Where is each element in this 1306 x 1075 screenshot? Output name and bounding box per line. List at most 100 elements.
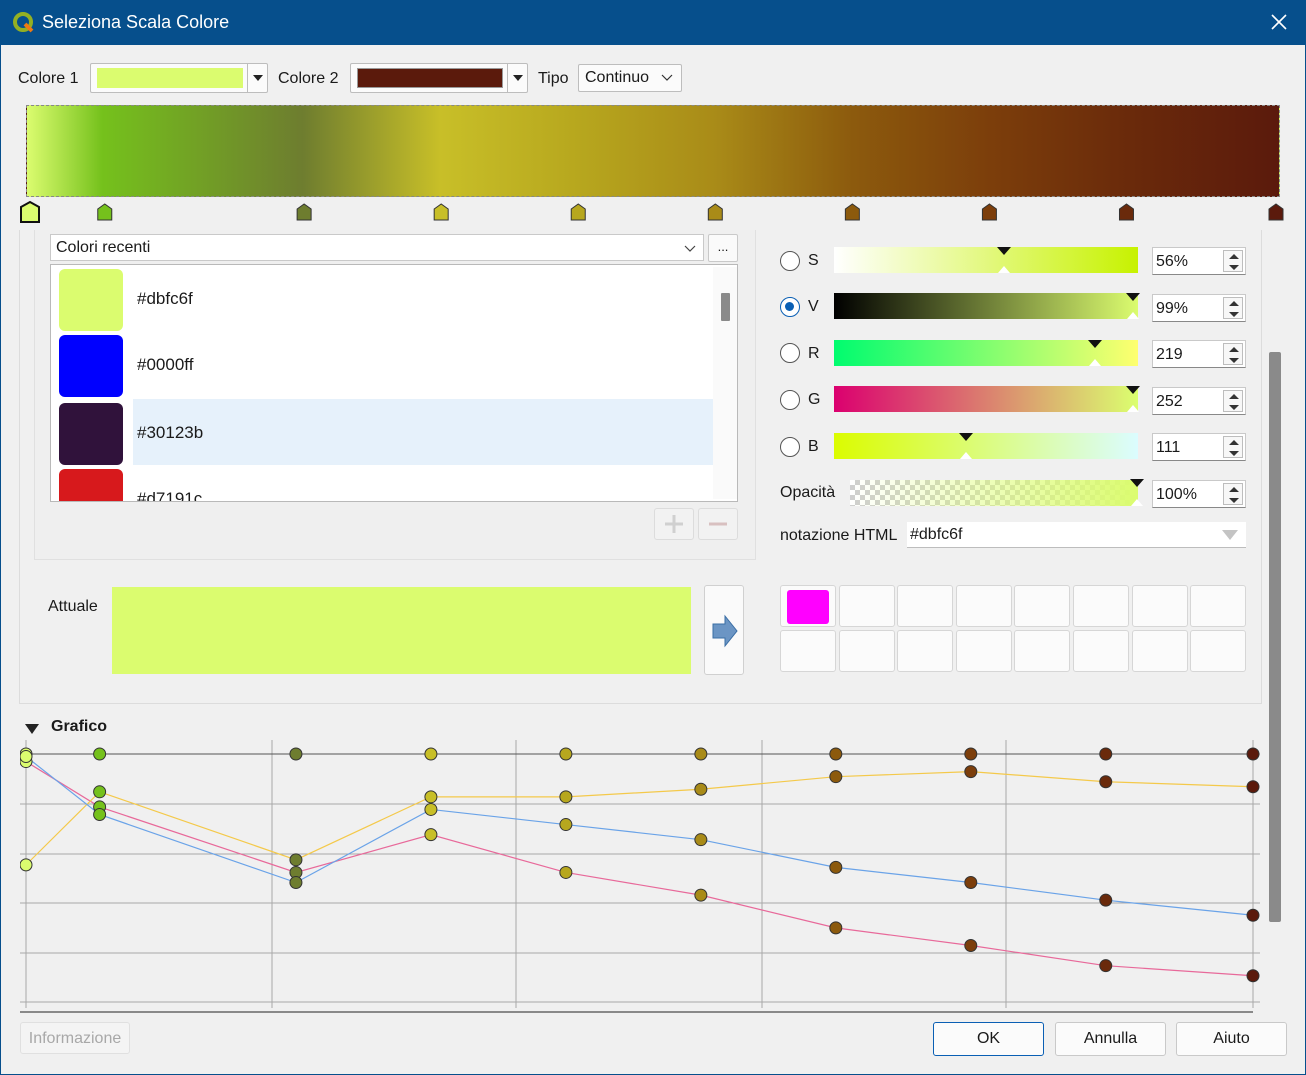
graph-point-alpha[interactable] (424, 747, 438, 761)
slider-handle[interactable] (959, 433, 973, 441)
graph-point-hue[interactable] (424, 828, 438, 842)
list-scrollbar-thumb[interactable] (721, 293, 730, 321)
radio-g[interactable] (780, 390, 800, 410)
swatch-cell[interactable] (780, 630, 836, 672)
help-button[interactable]: Aiuto (1176, 1022, 1287, 1056)
slider-handle[interactable] (997, 247, 1011, 255)
swatch-cell[interactable] (1131, 585, 1188, 627)
close-icon[interactable] (1262, 6, 1296, 38)
slider-handle[interactable] (1126, 386, 1140, 394)
graph-point-saturation[interactable] (1246, 780, 1260, 794)
chevron-down-icon[interactable] (1222, 530, 1238, 540)
info-button[interactable]: Informazione (20, 1022, 130, 1054)
graph-point-alpha[interactable] (289, 747, 303, 761)
swatch-cell[interactable] (955, 585, 1012, 627)
graph-point-hue[interactable] (964, 939, 978, 953)
color2-button[interactable] (350, 63, 528, 93)
graph-point-saturation[interactable] (1099, 775, 1113, 789)
track-g[interactable] (834, 386, 1138, 412)
graph-point-value[interactable] (424, 802, 438, 816)
list-item[interactable]: #d7191c (59, 465, 713, 501)
graph-point-hue[interactable] (694, 888, 708, 902)
graph-point-value[interactable] (1246, 908, 1260, 922)
spin-arrows[interactable] (1223, 436, 1243, 458)
graph-point-saturation[interactable] (424, 790, 438, 804)
tipo-select[interactable]: Continuo (578, 64, 682, 92)
color-graph[interactable] (20, 740, 1260, 1016)
slider-handle[interactable] (1130, 479, 1144, 487)
spin-r[interactable]: 219 (1152, 340, 1246, 368)
gradient-stop-marker[interactable] (20, 200, 40, 223)
swatch-cell[interactable] (1131, 630, 1188, 672)
gradient-stop-marker[interactable] (570, 203, 586, 221)
graph-point-hue[interactable] (559, 865, 573, 879)
ok-button[interactable]: OK (933, 1022, 1044, 1056)
swatch-cell[interactable] (780, 585, 836, 627)
color2-dropdown[interactable] (507, 64, 527, 92)
radio-s[interactable] (780, 251, 800, 271)
add-color-button[interactable] (654, 508, 694, 540)
track-s[interactable] (834, 247, 1138, 273)
graph-point-saturation[interactable] (289, 853, 303, 867)
spin-opacity[interactable]: 100% (1152, 480, 1246, 508)
graph-point-value[interactable] (694, 833, 708, 847)
graph-point-alpha[interactable] (559, 747, 573, 761)
collapse-triangle-icon[interactable] (24, 723, 40, 735)
spin-v[interactable]: 99% (1152, 294, 1246, 322)
radio-b[interactable] (780, 437, 800, 457)
gradient-stop-marker[interactable] (1118, 203, 1134, 221)
graph-point-alpha[interactable] (964, 747, 978, 761)
swatch-cell[interactable] (1014, 630, 1071, 672)
gradient-stop-marker[interactable] (296, 203, 312, 221)
graph-point-hue[interactable] (1246, 969, 1260, 983)
spin-arrows[interactable] (1223, 483, 1243, 505)
graph-point-saturation[interactable] (694, 782, 708, 796)
graph-point-value[interactable] (20, 750, 33, 764)
recent-colors-select[interactable]: Colori recenti (50, 234, 704, 261)
graph-point-value[interactable] (964, 876, 978, 890)
graph-point-hue[interactable] (829, 921, 843, 935)
spin-s[interactable]: 56% (1152, 247, 1246, 275)
swatch-cell[interactable] (1073, 630, 1129, 672)
spin-arrows[interactable] (1223, 390, 1243, 412)
gradient-ramp-preview[interactable] (26, 105, 1280, 197)
graph-point-alpha[interactable] (1246, 747, 1260, 761)
list-menu-button[interactable]: ... (708, 234, 738, 262)
gradient-stop-marker[interactable] (433, 203, 449, 221)
spin-b[interactable]: 111 (1152, 433, 1246, 461)
list-item-selected[interactable]: #30123b (59, 399, 713, 465)
slider-handle[interactable] (1126, 293, 1140, 301)
spin-g[interactable]: 252 (1152, 387, 1246, 415)
graph-point-value[interactable] (829, 860, 843, 874)
graph-point-saturation[interactable] (559, 790, 573, 804)
graph-point-value[interactable] (289, 876, 303, 890)
track-opacity[interactable] (850, 480, 1138, 506)
swatch-cell[interactable] (1190, 585, 1247, 627)
gradient-stop-marker[interactable] (844, 203, 860, 221)
swatch-cell[interactable] (1073, 585, 1129, 627)
swatch-cell[interactable] (1190, 630, 1247, 672)
color1-button[interactable] (90, 63, 268, 93)
spin-arrows[interactable] (1223, 250, 1243, 272)
spin-arrows[interactable] (1223, 343, 1243, 365)
swatch-cell[interactable] (955, 630, 1012, 672)
graph-point-saturation[interactable] (829, 770, 843, 784)
radio-r[interactable] (780, 343, 800, 363)
radio-v[interactable] (780, 297, 800, 317)
graph-point-hue[interactable] (1099, 959, 1113, 973)
gradient-stops[interactable] (18, 198, 1288, 224)
graph-point-value[interactable] (93, 807, 107, 821)
slider-handle[interactable] (1088, 340, 1102, 348)
graph-point-value[interactable] (559, 818, 573, 832)
swatch-cell[interactable] (897, 630, 954, 672)
apply-to-swatch-button[interactable] (704, 585, 744, 675)
list-scrollbar[interactable] (713, 267, 737, 499)
swatch-cell[interactable] (838, 630, 895, 672)
graph-point-alpha[interactable] (93, 747, 107, 761)
graph-point-alpha[interactable] (694, 747, 708, 761)
gradient-stop-marker[interactable] (1268, 203, 1284, 221)
recent-colors-list[interactable]: #dbfc6f #0000ff #30123b #d7191c (50, 264, 738, 502)
graph-point-saturation[interactable] (20, 858, 33, 872)
graph-point-alpha[interactable] (829, 747, 843, 761)
cancel-button[interactable]: Annulla (1055, 1022, 1166, 1056)
